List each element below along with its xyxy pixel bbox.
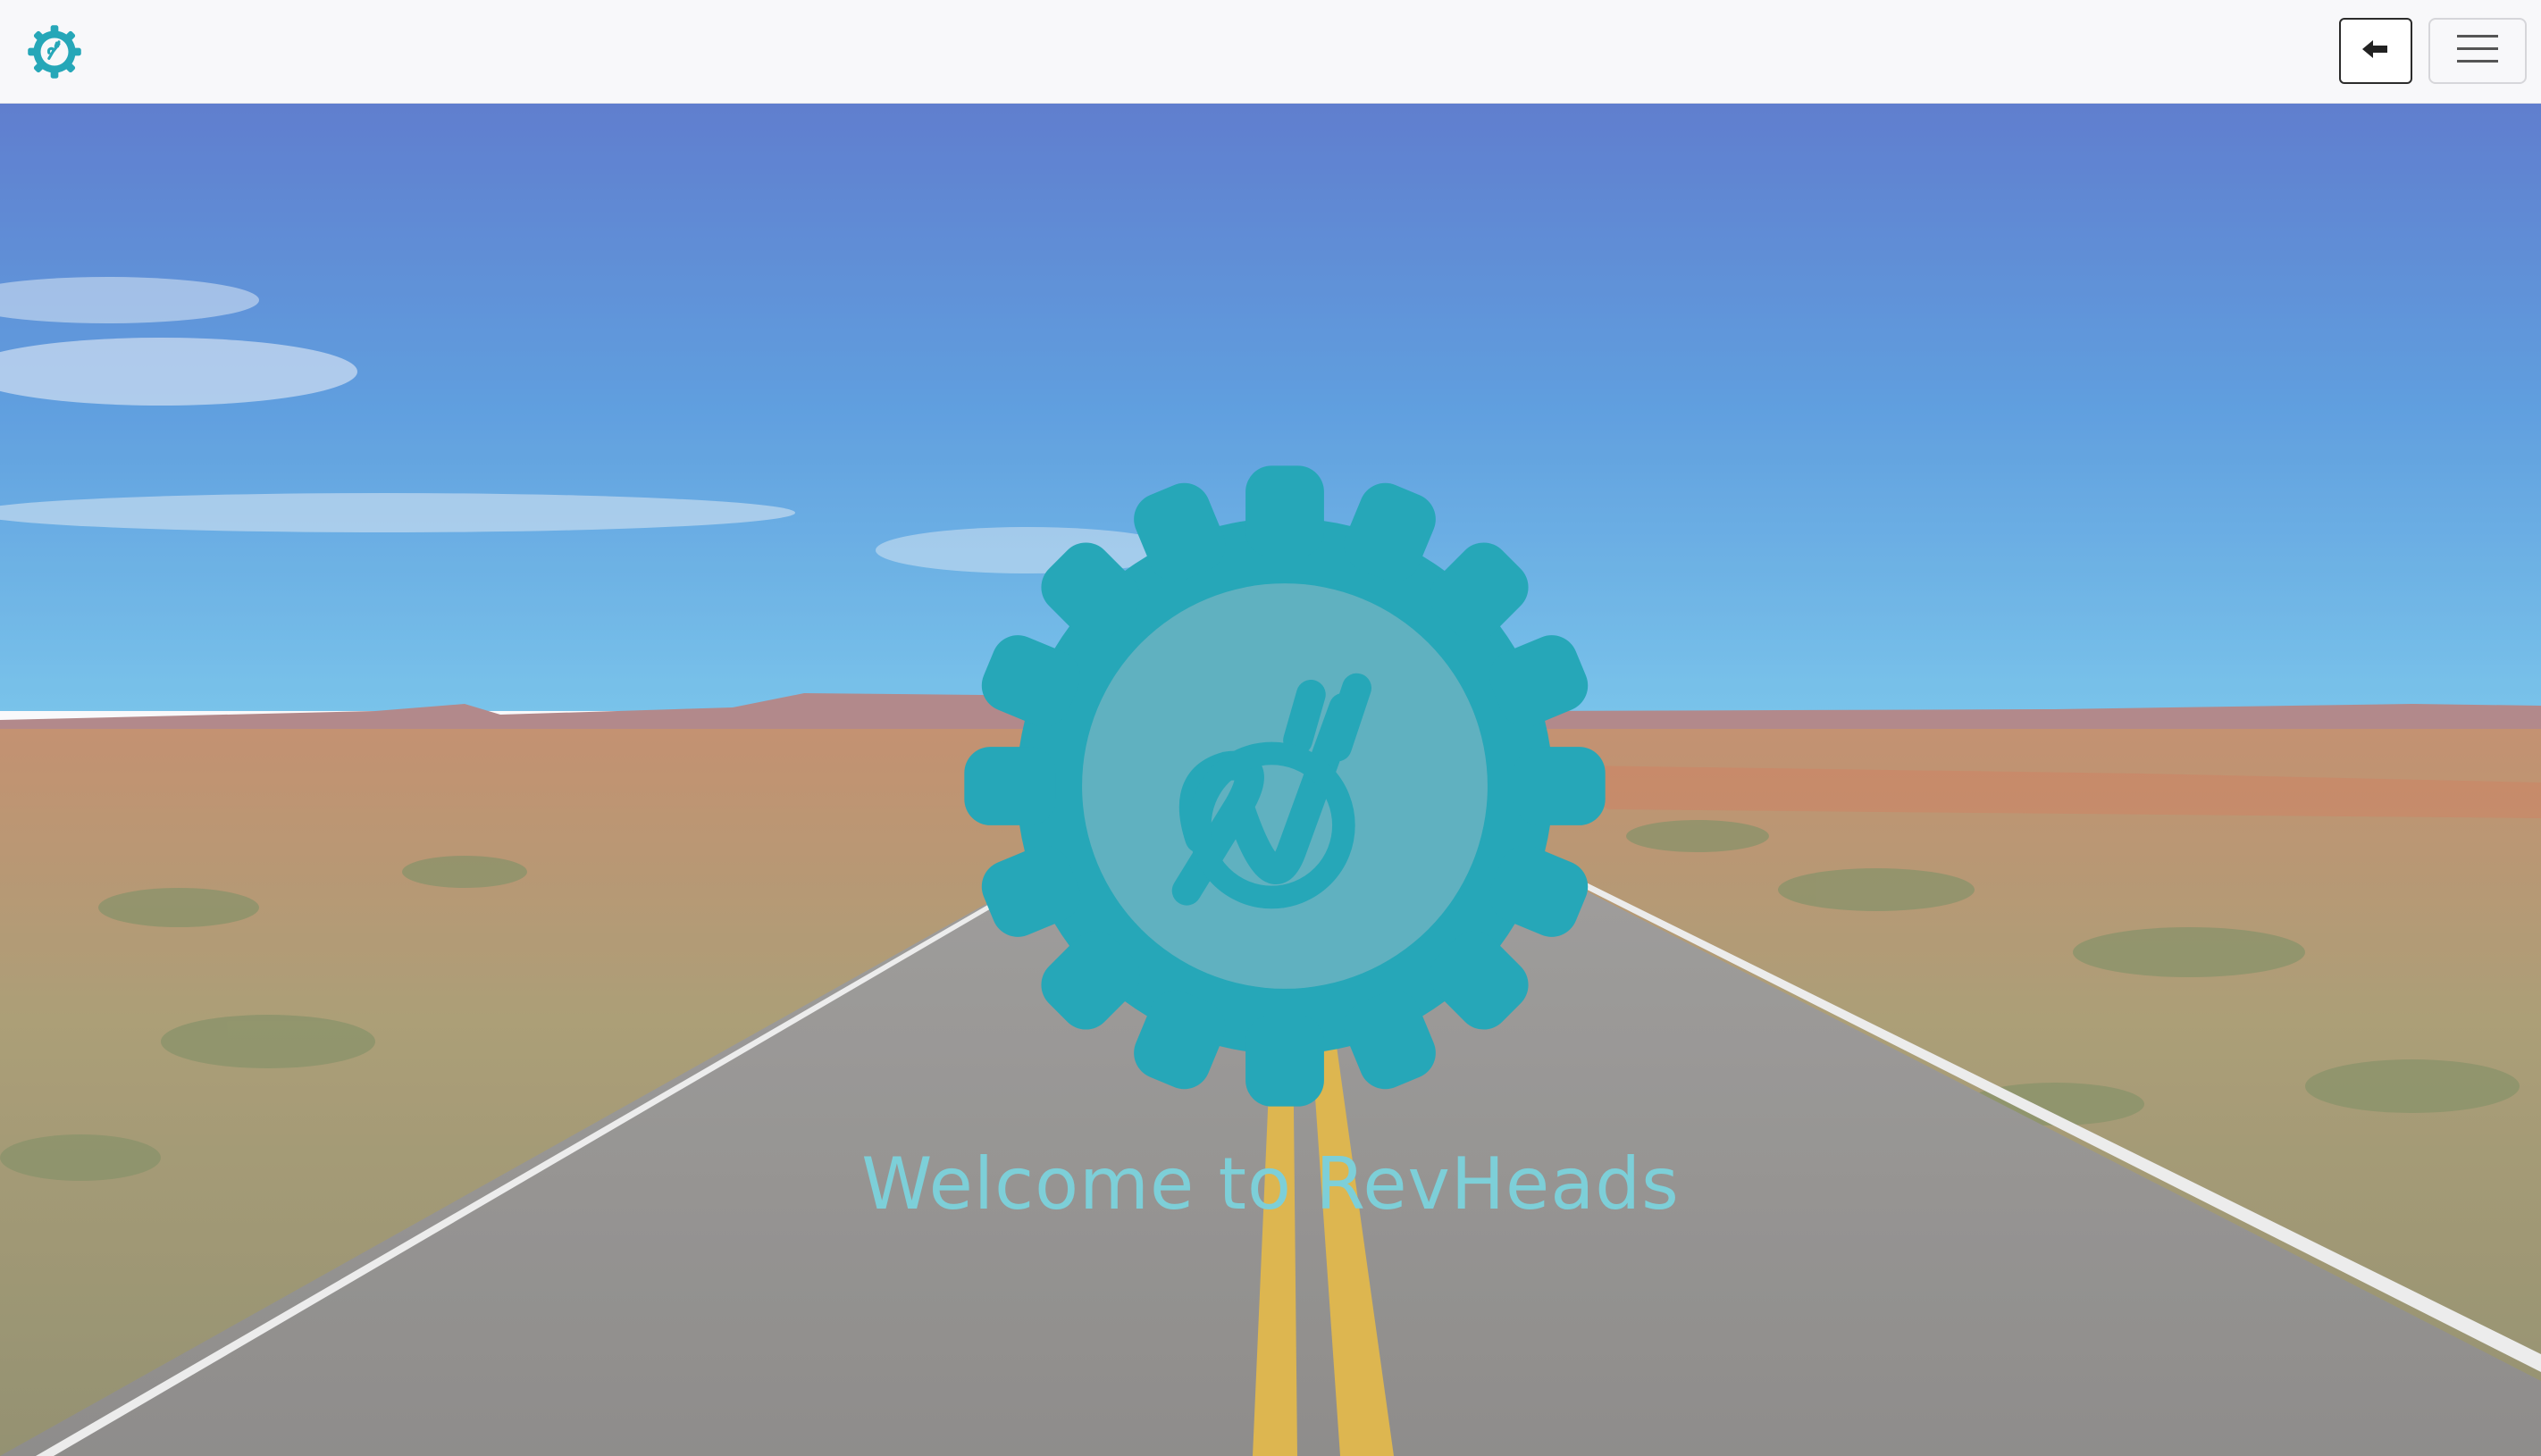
hero-section: Welcome to RevHeads [0,104,2541,1456]
hamburger-menu-icon [2455,31,2500,71]
navbar [0,0,2541,104]
menu-toggle-button[interactable] [2428,18,2527,84]
hero-title: Welcome to RevHeads [861,1142,1680,1226]
arrow-left-icon [2362,38,2389,63]
revheads-gear-logo-icon [958,459,1612,1113]
revheads-logo-icon[interactable] [27,24,82,79]
back-button[interactable] [2339,18,2412,84]
